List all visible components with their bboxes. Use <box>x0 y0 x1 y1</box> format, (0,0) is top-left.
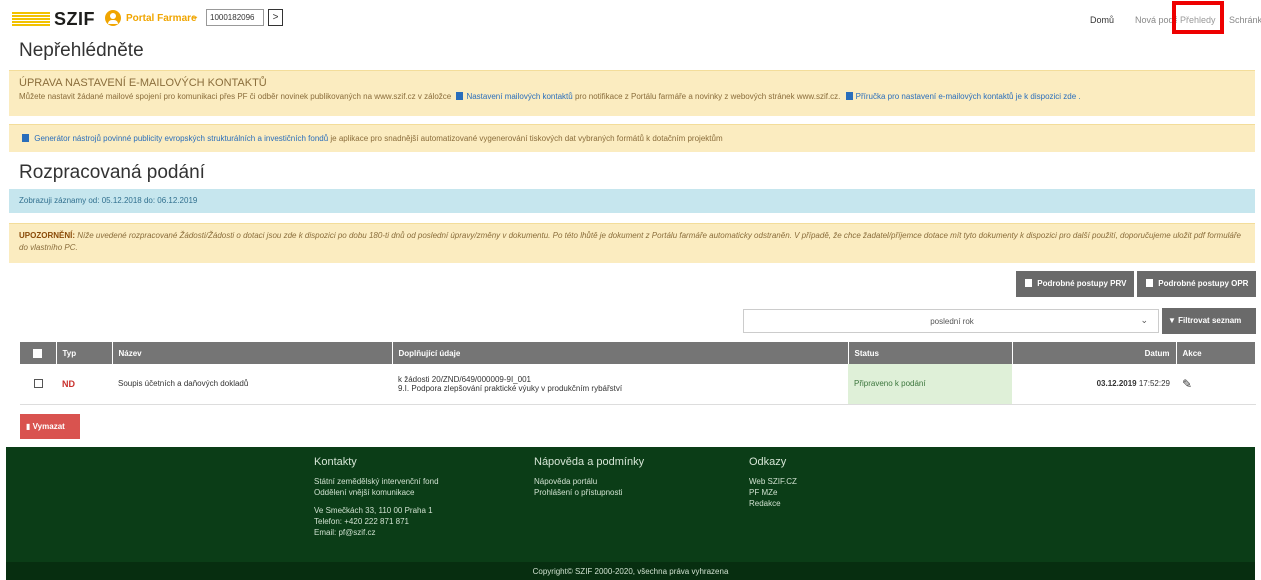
client-id-input[interactable] <box>206 9 264 26</box>
button-label: Podrobné postupy PRV <box>1037 279 1127 288</box>
footer-heading: Kontakty <box>314 456 357 468</box>
alert-title: ÚPRAVA NASTAVENÍ E-MAILOVÝCH KONTAKTŮ <box>19 77 267 89</box>
row-date-day: 03.12.2019 <box>1096 379 1137 389</box>
row-extra: k žádosti 20/ZND/649/000009-9I_001 9.I. … <box>392 364 848 405</box>
drafts-table: Typ Název Doplňující údaje Status Datum … <box>20 342 1256 405</box>
edit-document-icon <box>22 134 29 142</box>
select-all-header <box>20 342 57 364</box>
row-name: Soupis účetních a daňových dokladů <box>112 364 392 405</box>
email-guide-link[interactable]: Příručka pro nastavení e-mailových konta… <box>856 92 1081 101</box>
szif-logo[interactable]: SZIF <box>54 9 95 30</box>
opr-procedures-button[interactable]: Podrobné postupy OPR <box>1137 271 1256 297</box>
footer-text: Ve Smečkách 33, 110 00 Praha 1 <box>314 506 433 515</box>
footer-links: Odkazy Web SZIF.CZ PF MZe Redakce <box>749 457 797 509</box>
generator-link[interactable]: Generátor nástrojů povinné publicity evr… <box>34 134 328 143</box>
footer-link[interactable]: PF MZe <box>749 487 797 498</box>
footer-help: Nápověda a podmínky Nápověda portálu Pro… <box>534 457 644 498</box>
footer: Kontakty Státní zemědělský intervenční f… <box>6 447 1255 580</box>
row-status: Připraveno k podání <box>848 364 1012 405</box>
footer-link[interactable]: Prohlášení o přístupnosti <box>534 487 644 498</box>
row-type: ND <box>56 364 112 405</box>
footer-link[interactable]: Nápověda portálu <box>534 476 644 487</box>
notice-heading: Nepřehlédněte <box>19 40 144 61</box>
email-settings-link[interactable]: Nastavení mailových kontaktů <box>466 92 572 101</box>
col-status: Status <box>848 342 1013 364</box>
button-label: Filtrovat seznam <box>1178 316 1242 325</box>
warning-alert: UPOZORNĚNÍ: Níže uvedené rozpracované Žá… <box>9 223 1255 263</box>
highlight-box <box>1172 1 1224 34</box>
footer-contacts: Kontakty Státní zemědělský intervenční f… <box>314 457 439 538</box>
button-label: Vymazat <box>32 422 65 431</box>
portal-menu[interactable]: Portal Farmare <box>126 13 197 24</box>
edit-pencil-icon[interactable]: ✎ <box>1182 377 1192 391</box>
row-date: 03.12.2019 17:52:29 <box>1012 364 1176 405</box>
footer-link[interactable]: Web SZIF.CZ <box>749 476 797 487</box>
document-icon <box>1025 279 1032 287</box>
col-type: Typ <box>56 342 113 364</box>
footer-text: Oddělení vnější komunikace <box>314 488 415 497</box>
footer-heading: Odkazy <box>749 456 787 468</box>
col-name: Název <box>112 342 393 364</box>
table-header-row: Typ Název Doplňující údaje Status Datum … <box>20 342 1256 364</box>
row-extra-line: k žádosti 20/ZND/649/000009-9I_001 <box>398 374 531 384</box>
select-all-checkbox[interactable] <box>33 348 43 358</box>
row-select-cell <box>20 364 56 405</box>
footer-heading: Nápověda a podmínky <box>534 456 645 468</box>
date-range-info: Zobrazuji záznamy od: 05.12.2018 do: 06.… <box>9 189 1255 213</box>
footer-text: Státní zemědělský intervenční fond <box>314 477 439 486</box>
filter-list-button[interactable]: ▼ Filtrovat seznam <box>1162 308 1256 334</box>
footer-text: Telefon: +420 222 871 871 <box>314 517 409 526</box>
szif-logo-stripes-icon <box>12 12 50 26</box>
alert-text-part: Můžete nastavit žádané mailové spojení p… <box>19 92 452 101</box>
row-action: ✎ <box>1176 364 1256 405</box>
alert-text: Můžete nastavit žádané mailové spojení p… <box>19 92 1245 101</box>
button-label: Podrobné postupy OPR <box>1158 279 1249 288</box>
period-select-value: poslední rok <box>930 317 974 326</box>
warning-label: UPOZORNĚNÍ: <box>19 231 75 240</box>
document-icon <box>845 92 853 100</box>
funnel-icon: ▼ <box>1168 316 1176 325</box>
generator-text: je aplikace pro snadnější automatizované… <box>330 134 723 143</box>
col-extra: Doplňující údaje <box>392 342 849 364</box>
row-checkbox[interactable] <box>33 379 43 389</box>
period-select[interactable]: poslední rok ⌄ <box>743 309 1159 333</box>
nav-home[interactable]: Domů <box>1090 15 1114 25</box>
document-icon <box>1146 279 1153 287</box>
document-icon <box>456 92 464 100</box>
trash-icon: ▮ <box>26 422 31 431</box>
chevron-down-icon: ⌄ <box>1140 315 1148 325</box>
footer-link[interactable]: Redakce <box>749 498 797 509</box>
top-bar: SZIF Portal Farmare ⌄ > Domů Nová podání… <box>0 0 1261 36</box>
chevron-down-icon[interactable]: ⌄ <box>191 11 199 22</box>
email-settings-alert: ÚPRAVA NASTAVENÍ E-MAILOVÝCH KONTAKTŮ Mů… <box>9 70 1255 116</box>
row-date-time: 17:52:29 <box>1138 379 1170 389</box>
col-action: Akce <box>1176 342 1256 364</box>
table-row: ND Soupis účetních a daňových dokladů k … <box>20 364 1256 405</box>
user-icon[interactable] <box>105 10 121 26</box>
generator-alert: Generátor nástrojů povinné publicity evr… <box>9 124 1255 152</box>
alert-text-part: pro notifikace z Portálu farmáře a novin… <box>574 92 841 101</box>
copyright: Copyright© SZIF 2000-2020, všechna práva… <box>6 562 1255 580</box>
drafts-heading: Rozpracovaná podání <box>19 162 205 183</box>
warning-text: Níže uvedené rozpracované Žádosti/Žádost… <box>19 231 1241 252</box>
prv-procedures-button[interactable]: Podrobné postupy PRV <box>1016 271 1134 297</box>
col-date: Datum <box>1012 342 1177 364</box>
nav-mailbox[interactable]: Schránka <box>1229 15 1261 25</box>
row-extra-line: 9.I. Podpora zlepšování praktické výuky … <box>398 383 623 393</box>
footer-email[interactable]: Email: pf@szif.cz <box>314 527 439 538</box>
nav-new-submission[interactable]: Nová podání <box>1135 15 1177 25</box>
id-go-button[interactable]: > <box>268 9 283 26</box>
delete-button[interactable]: ▮ Vymazat <box>20 414 80 439</box>
